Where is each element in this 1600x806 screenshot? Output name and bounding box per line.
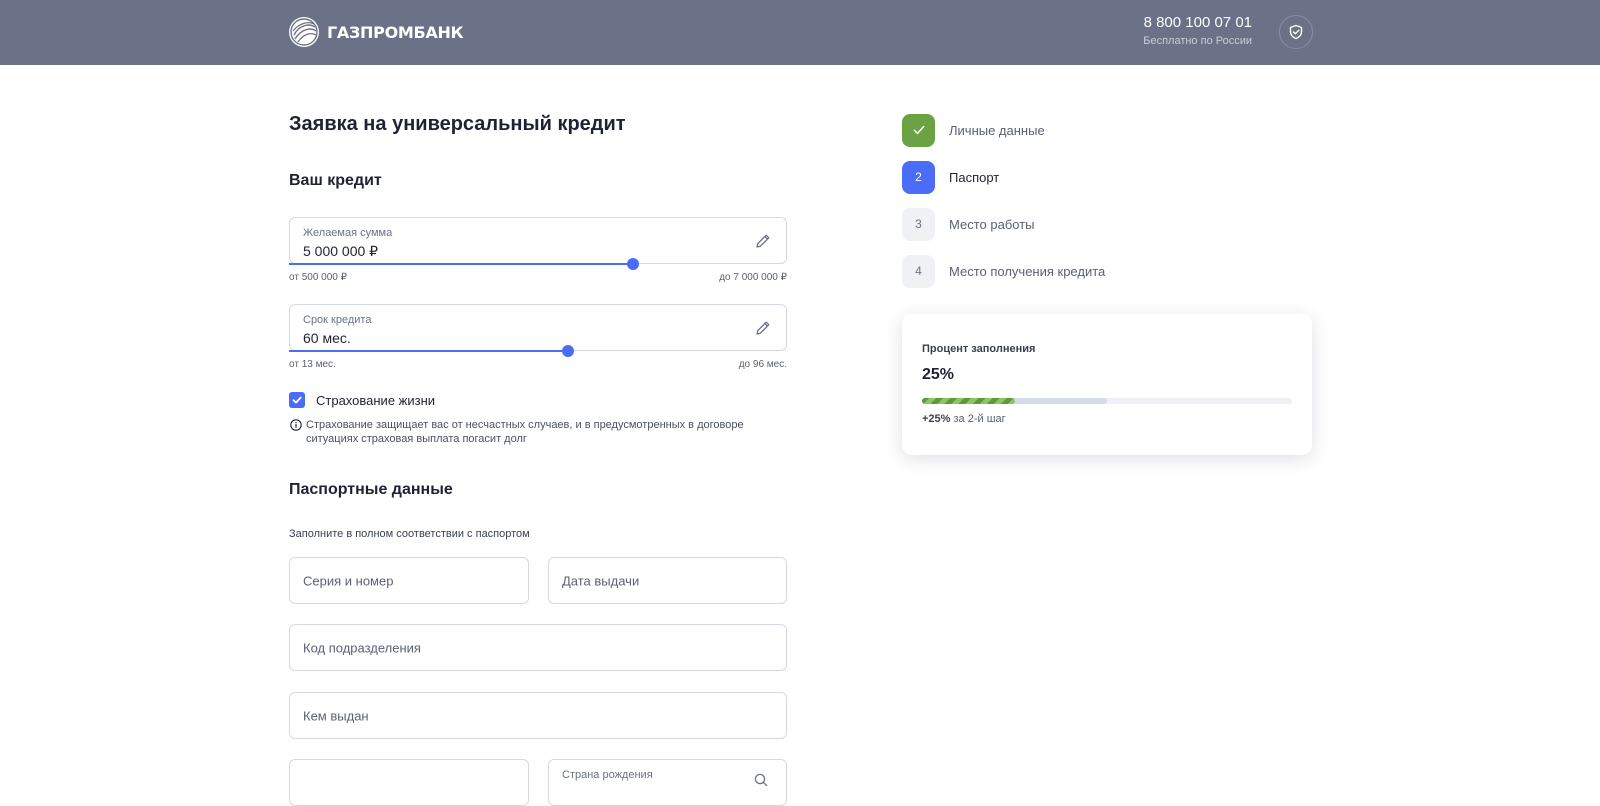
support-phone[interactable]: 8 800 100 07 01 Бесплатно по России — [1143, 14, 1252, 47]
logo-globe-icon — [289, 17, 319, 47]
security-button[interactable] — [1279, 15, 1313, 49]
birth-date-field[interactable] — [289, 759, 529, 806]
term-slider-thumb[interactable] — [562, 345, 574, 357]
series-number-field[interactable]: Серия и номер — [289, 557, 529, 604]
credit-section-title: Ваш кредит — [289, 172, 382, 189]
amount-value: 5 000 000 ₽ — [303, 243, 379, 259]
step-label: Место получения кредита — [949, 263, 1106, 279]
checkmark-icon — [913, 125, 924, 135]
term-value: 60 мес. — [303, 330, 351, 346]
amount-slider-track[interactable] — [289, 263, 633, 265]
passport-section-title: Паспортные данные — [289, 481, 453, 498]
passport-hint: Заполните в полном соответствии с паспор… — [289, 528, 530, 540]
step-done-badge — [902, 113, 935, 147]
progress-bar — [922, 398, 1292, 404]
issued-by-placeholder: Кем выдан — [303, 708, 369, 723]
top-header: ГАЗПРОМБАНК 8 800 100 07 01 Бесплатно по… — [0, 0, 1600, 65]
series-number-placeholder: Серия и номер — [303, 573, 394, 588]
insurance-label[interactable]: Страхование жизни — [316, 393, 435, 408]
progress-card: Процент заполнения 25% +25% за 2-й шаг — [902, 314, 1312, 455]
birth-country-field[interactable]: Страна рождения — [548, 759, 787, 806]
step-label: Личные данные — [949, 122, 1045, 138]
birth-country-label: Страна рождения — [562, 769, 653, 781]
progress-fill — [922, 398, 1015, 404]
term-min-label: от 13 мес. — [289, 359, 336, 370]
issue-date-placeholder: Дата выдачи — [562, 573, 640, 588]
phone-number: 8 800 100 07 01 — [1143, 14, 1252, 31]
issued-by-field[interactable]: Кем выдан — [289, 692, 787, 739]
phone-note: Бесплатно по России — [1143, 35, 1252, 47]
progress-note: +25% за 2-й шаг — [922, 413, 1006, 425]
step-credit-location[interactable]: 4 Место получения кредита — [902, 254, 1202, 288]
term-max-label: до 96 мес. — [738, 359, 787, 370]
amount-label: Желаемая сумма — [303, 227, 393, 239]
logo-text: ГАЗПРОМБАНК — [327, 22, 464, 42]
term-field[interactable]: Срок кредита 60 мес. — [289, 304, 787, 351]
step-personal-data[interactable]: Личные данные — [902, 113, 1202, 147]
progress-value: 25% — [922, 366, 955, 383]
bank-logo[interactable]: ГАЗПРОМБАНК — [289, 17, 464, 47]
insurance-info-text: Страхование защищает вас от несчастных с… — [306, 419, 744, 445]
amount-max-label: до 7 000 000 ₽ — [719, 272, 787, 283]
step-label: Место работы — [949, 216, 1035, 232]
insurance-checkbox[interactable] — [289, 392, 305, 408]
step-number: 4 — [902, 254, 935, 288]
term-slider-track[interactable] — [289, 350, 568, 352]
search-icon[interactable] — [754, 773, 768, 787]
edit-pencil-icon[interactable] — [754, 232, 772, 250]
progress-note-increment: +25% — [922, 413, 951, 425]
amount-min-label: от 500 000 ₽ — [289, 272, 347, 283]
step-label: Паспорт — [949, 169, 1000, 185]
edit-pencil-icon[interactable] — [754, 319, 772, 337]
division-code-field[interactable]: Код подразделения — [289, 624, 787, 671]
checkmark-icon — [292, 396, 302, 404]
issue-date-field[interactable]: Дата выдачи — [548, 557, 787, 604]
shield-icon — [1289, 24, 1303, 40]
info-icon — [290, 419, 302, 431]
step-passport[interactable]: 2 Паспорт — [902, 160, 1202, 194]
step-workplace[interactable]: 3 Место работы — [902, 207, 1202, 241]
step-number: 3 — [902, 207, 935, 241]
progress-note-text: за 2-й шаг — [950, 413, 1006, 425]
page-title: Заявка на универсальный кредит — [289, 113, 626, 135]
progress-title: Процент заполнения — [922, 343, 1036, 355]
amount-field[interactable]: Желаемая сумма 5 000 000 ₽ — [289, 217, 787, 264]
division-code-placeholder: Код подразделения — [303, 640, 421, 655]
step-number: 2 — [902, 160, 935, 194]
amount-slider-thumb[interactable] — [627, 258, 639, 270]
term-label: Срок кредита — [303, 314, 372, 326]
